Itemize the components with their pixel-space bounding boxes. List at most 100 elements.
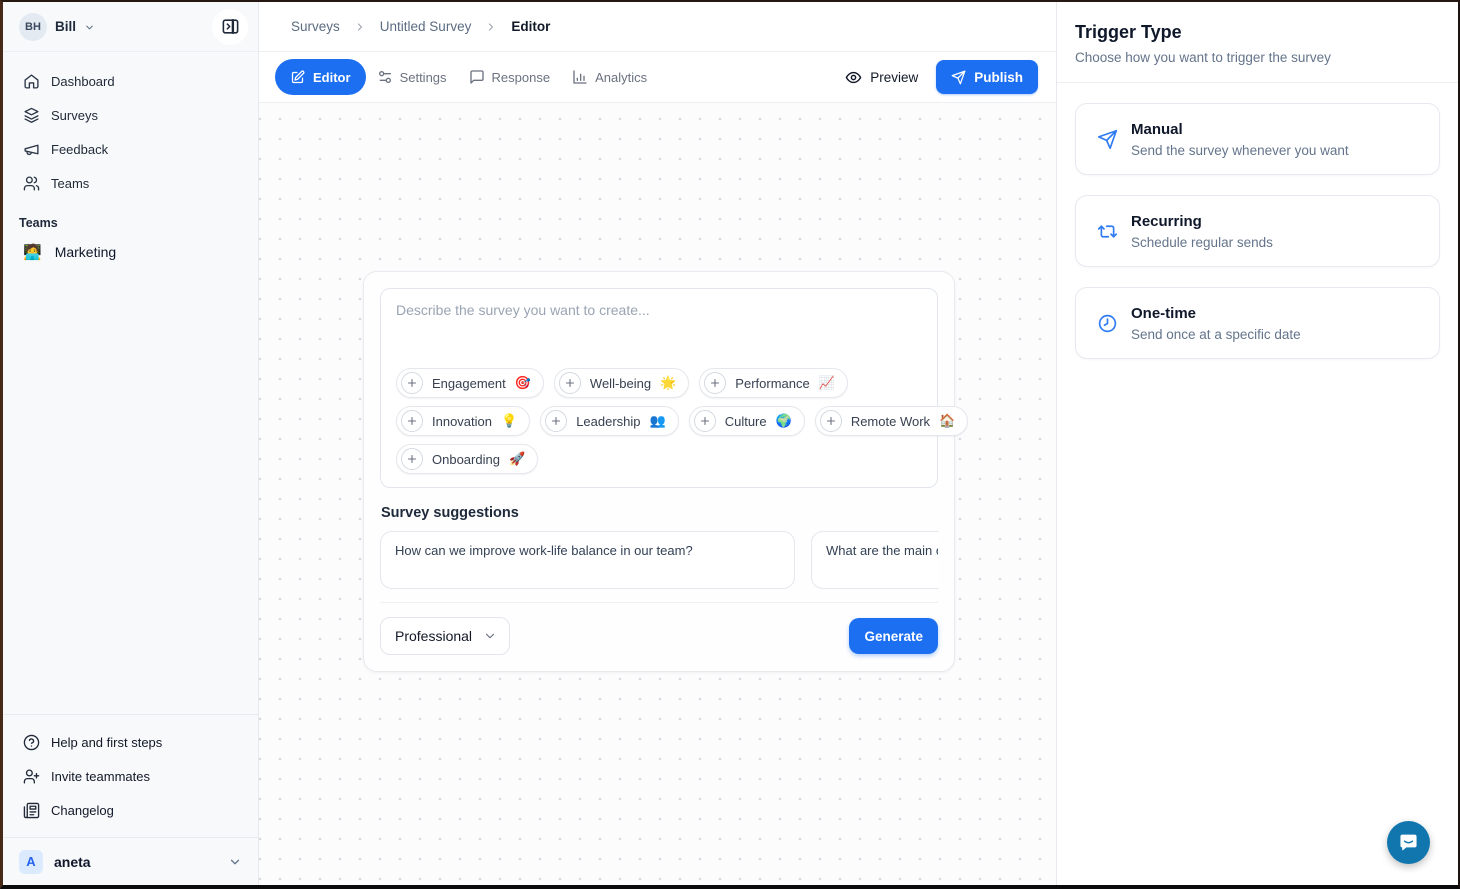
trigger-option-one-time[interactable]: One-time Send once at a specific date (1075, 287, 1440, 359)
sidebar-item-label: Help and first steps (51, 735, 162, 750)
topic-chip-engagement[interactable]: Engagement 🎯 (396, 368, 544, 398)
teams-section-label: Teams (3, 202, 258, 236)
preview-label: Preview (870, 70, 918, 85)
sidebar-item-feedback[interactable]: Feedback (15, 134, 246, 164)
sidebar-item-marketing[interactable]: 🧑‍💻 Marketing (15, 236, 246, 268)
send-icon (1097, 129, 1118, 150)
trigger-options: Manual Send the survey whenever you want… (1057, 83, 1458, 379)
star-emoji-icon: 🌟 (660, 375, 676, 391)
busts-emoji-icon: 👥 (650, 413, 666, 429)
plus-icon (820, 410, 842, 432)
topic-chips: Engagement 🎯 Well-being 🌟 Performance (396, 368, 922, 474)
sidebar-header: BH Bill (3, 2, 258, 52)
preview-button[interactable]: Preview (845, 69, 918, 86)
topic-chip-well-being[interactable]: Well-being 🌟 (554, 368, 689, 398)
trigger-option-title: Recurring (1131, 213, 1273, 230)
topic-chip-remote-work[interactable]: Remote Work 🏠 (815, 406, 968, 436)
chart-emoji-icon: 📈 (819, 375, 835, 391)
globe-emoji-icon: 🌍 (776, 413, 792, 429)
suggestions-heading: Survey suggestions (381, 505, 938, 521)
trigger-option-title: One-time (1131, 305, 1301, 322)
newspaper-icon (23, 802, 40, 819)
publish-button[interactable]: Publish (936, 60, 1038, 94)
survey-prompt-input[interactable] (396, 302, 922, 368)
topic-chip-onboarding[interactable]: Onboarding 🚀 (396, 444, 538, 474)
breadcrumb: Surveys Untitled Survey Editor (259, 2, 1056, 52)
chevron-right-icon (485, 21, 497, 33)
topic-chip-culture[interactable]: Culture 🌍 (689, 406, 805, 436)
sidebar-item-invite[interactable]: Invite teammates (15, 761, 246, 791)
sidebar-item-surveys[interactable]: Surveys (15, 100, 246, 130)
suggestion-card[interactable]: What are the main ob (811, 531, 938, 589)
help-circle-icon (23, 734, 40, 751)
tab-analytics[interactable]: Analytics (561, 59, 658, 95)
tab-label: Response (492, 70, 551, 85)
dart-emoji-icon: 🎯 (515, 375, 531, 391)
topic-chip-performance[interactable]: Performance 📈 (699, 368, 848, 398)
plus-icon (545, 410, 567, 432)
tone-select[interactable]: Professional (380, 617, 510, 655)
suggestion-card[interactable]: How can we improve work-life balance in … (380, 531, 795, 589)
sidebar-item-label: Feedback (51, 142, 108, 157)
chart-icon (572, 69, 588, 85)
user-plus-icon (23, 768, 40, 785)
app-window: BH Bill Dashboard Surv (0, 0, 1460, 889)
plus-icon (559, 372, 581, 394)
sidebar-item-help[interactable]: Help and first steps (15, 727, 246, 757)
tone-selected-value: Professional (395, 628, 472, 644)
edit-icon (290, 70, 305, 85)
trigger-type-panel: Trigger Type Choose how you want to trig… (1056, 2, 1458, 885)
eye-icon (845, 69, 862, 86)
repeat-icon (1097, 221, 1118, 242)
trigger-option-recurring[interactable]: Recurring Schedule regular sends (1075, 195, 1440, 267)
megaphone-icon (23, 141, 40, 158)
chevron-down-icon[interactable] (84, 22, 95, 33)
users-icon (23, 175, 40, 192)
sidebar-item-dashboard[interactable]: Dashboard (15, 66, 246, 96)
breadcrumb-surveys[interactable]: Surveys (291, 19, 340, 34)
workspace-avatar: A (19, 850, 43, 874)
panel-right-icon (221, 17, 240, 36)
avatar: BH (19, 13, 47, 41)
sidebar-item-label: Invite teammates (51, 769, 150, 784)
generate-button[interactable]: Generate (849, 618, 938, 654)
prompt-box: Engagement 🎯 Well-being 🌟 Performance (380, 288, 938, 488)
plus-icon (704, 372, 726, 394)
publish-label: Publish (974, 70, 1023, 85)
tab-editor[interactable]: Editor (275, 59, 366, 95)
trigger-option-description: Send once at a specific date (1131, 327, 1301, 342)
clock-icon (1097, 313, 1118, 334)
workspace-switcher[interactable]: A aneta (3, 837, 258, 885)
toolbar: Editor Settings Response Analytics Previ… (259, 52, 1056, 103)
topic-chip-leadership[interactable]: Leadership 👥 (540, 406, 679, 436)
panel-subtitle: Choose how you want to trigger the surve… (1075, 50, 1440, 65)
sidebar-nav: Dashboard Surveys Feedback Teams (3, 52, 258, 202)
sidebar-item-changelog[interactable]: Changelog (15, 795, 246, 825)
breadcrumb-untitled-survey[interactable]: Untitled Survey (380, 19, 472, 34)
panel-title: Trigger Type (1075, 22, 1440, 43)
breadcrumb-editor: Editor (511, 19, 550, 34)
plus-icon (401, 372, 423, 394)
team-name: Marketing (55, 244, 116, 260)
topic-chip-innovation[interactable]: Innovation 💡 (396, 406, 530, 436)
workspace-name: aneta (54, 854, 91, 870)
editor-canvas[interactable]: Engagement 🎯 Well-being 🌟 Performance (259, 103, 1056, 885)
sidebar: BH Bill Dashboard Surv (3, 2, 259, 885)
rocket-emoji-icon: 🚀 (509, 451, 525, 467)
tab-settings[interactable]: Settings (366, 59, 458, 95)
survey-generator-card: Engagement 🎯 Well-being 🌟 Performance (363, 271, 955, 672)
plus-icon (401, 448, 423, 470)
plus-icon (694, 410, 716, 432)
suggestions-row: How can we improve work-life balance in … (380, 531, 938, 589)
chat-launcher-button[interactable] (1387, 821, 1430, 864)
user-name: Bill (55, 19, 76, 34)
technologist-emoji-icon: 🧑‍💻 (23, 243, 42, 261)
sidebar-item-teams[interactable]: Teams (15, 168, 246, 198)
sidebar-footer-nav: Help and first steps Invite teammates Ch… (3, 714, 258, 831)
sidebar-collapse-button[interactable] (212, 9, 248, 45)
trigger-option-text: Recurring Schedule regular sends (1131, 213, 1273, 250)
tab-label: Editor (313, 70, 351, 85)
tab-response[interactable]: Response (458, 59, 562, 95)
toolbar-actions: Preview Publish (845, 60, 1038, 94)
trigger-option-manual[interactable]: Manual Send the survey whenever you want (1075, 103, 1440, 175)
